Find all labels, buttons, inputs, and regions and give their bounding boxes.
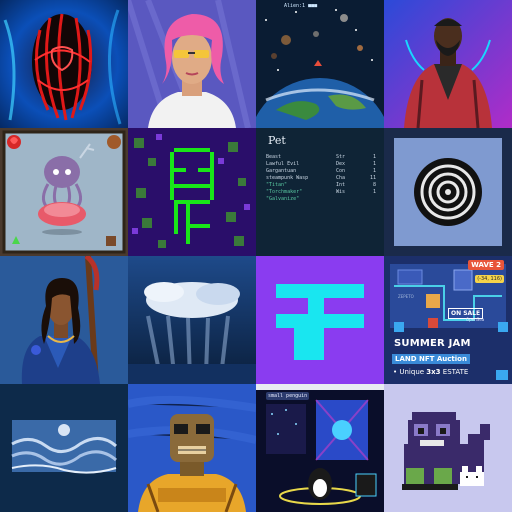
- pet-attribute: Gargantuan: [266, 168, 297, 174]
- pet-row: Beast Str 1: [266, 154, 376, 161]
- zepeto-label: ZEPETO: [398, 294, 414, 299]
- red-figure-art: [0, 0, 128, 128]
- tile-woman-staff[interactable]: [0, 256, 128, 384]
- unique-size: 3x3: [426, 368, 441, 376]
- pet-stat-value: 11: [369, 175, 376, 181]
- pet-stat-name: Wis: [336, 189, 346, 195]
- tile-red-jacket-man[interactable]: [384, 0, 512, 128]
- pet-title: Pet: [268, 134, 286, 147]
- tile-cyan-glyph[interactable]: [256, 256, 384, 384]
- pet-attribute: "Titan": [266, 182, 288, 188]
- pet-attribute: Beast: [266, 154, 282, 160]
- red-jacket-man-art: [384, 0, 512, 128]
- tile-space-game[interactable]: Alien:1 ■■■: [256, 0, 384, 128]
- pet-row: Gargantuan Con 1: [266, 168, 376, 175]
- pixel-monster-cat-art: [384, 384, 512, 512]
- auction-banner: LAND NFT Auction: [392, 354, 470, 364]
- pink-hair-woman-art: [128, 0, 256, 128]
- nft-image-grid: Alien:1 ■■■ Pet Beast Str 1 Lawful Evil …: [0, 0, 512, 512]
- tile-octopus-card[interactable]: [0, 128, 128, 256]
- tile-pink-hair-woman[interactable]: [128, 0, 256, 128]
- pet-attribute: "Galvanize": [266, 196, 300, 202]
- avatar-name-tag: small penguin: [266, 392, 310, 400]
- pet-attribute: "Torchmaker": [266, 189, 303, 195]
- summer-jam-title: SUMMER JAM: [394, 338, 471, 349]
- pet-row: "Titan" Int 8: [266, 182, 376, 189]
- bullet: •: [393, 368, 398, 376]
- game-hud-text: Alien:1 ■■■: [284, 3, 318, 9]
- tile-pet-sheet[interactable]: Pet Beast Str 1 Lawful Evil Dex 1 Gargan…: [256, 128, 384, 256]
- unique-suffix: ESTATE: [440, 368, 469, 376]
- woman-staff-art: [0, 256, 128, 384]
- tile-summer-jam-auction[interactable]: WAVE 2 (-34, 116) ZEPETO ON SALE OpenSea…: [384, 256, 512, 384]
- pet-stat-value: 8: [372, 182, 376, 188]
- golden-robot-art: [128, 384, 256, 512]
- virtual-world-art: [256, 384, 384, 512]
- pet-stat-name: Dex: [336, 161, 346, 167]
- tile-cloudy-sky[interactable]: [128, 256, 256, 384]
- cyan-glyph-art: [256, 256, 384, 384]
- coordinate-badge: (-34, 116): [475, 275, 504, 283]
- tile-pixel-monster-cat[interactable]: [384, 384, 512, 512]
- pet-stat-table: Beast Str 1 Lawful Evil Dex 1 Gargantuan…: [266, 154, 376, 203]
- tile-spiral-disc[interactable]: [384, 128, 512, 256]
- pet-stat-value: 1: [372, 154, 376, 160]
- pet-row: Lawful Evil Dex 1: [266, 161, 376, 168]
- tile-golden-robot[interactable]: [128, 384, 256, 512]
- pet-stat-value: 1: [372, 189, 376, 195]
- tile-underwater-painting[interactable]: [0, 384, 128, 512]
- pet-attribute: steampunk Wasp: [266, 175, 309, 181]
- pet-stat-name: Con: [336, 168, 346, 174]
- pet-row: "Galvanize": [266, 196, 376, 203]
- spiral-disc-art: [384, 128, 512, 256]
- green-pixel-face-art: [128, 128, 256, 256]
- pet-attribute: Lawful Evil: [266, 161, 300, 167]
- underwater-painting-art: [0, 384, 128, 512]
- pet-stat-value: 1: [372, 161, 376, 167]
- unique-prefix: Unique: [399, 368, 427, 376]
- cloudy-sky-art: [128, 256, 256, 384]
- pet-row: steampunk Wasp Cha 11: [266, 175, 376, 182]
- tile-red-figure[interactable]: [0, 0, 128, 128]
- pet-stat-value: [364, 196, 376, 203]
- tile-green-pixel-face[interactable]: [128, 128, 256, 256]
- tile-virtual-world[interactable]: small penguin: [256, 384, 384, 512]
- pet-stat-name: Cha: [336, 175, 346, 181]
- pet-stat-name: Str: [336, 154, 346, 160]
- estate-size-text: • Unique 3x3 ESTATE: [393, 368, 468, 376]
- pet-stat-value: 1: [372, 168, 376, 174]
- pet-row: "Torchmaker" Wis 1: [266, 189, 376, 196]
- pet-stat-name: Int: [336, 182, 346, 188]
- pet-stat-name: [336, 196, 358, 203]
- space-game-art: [256, 0, 384, 128]
- octopus-card-art: [0, 128, 128, 256]
- opensea-label: OpenSea: [466, 317, 485, 322]
- wave-badge: WAVE 2: [468, 260, 504, 270]
